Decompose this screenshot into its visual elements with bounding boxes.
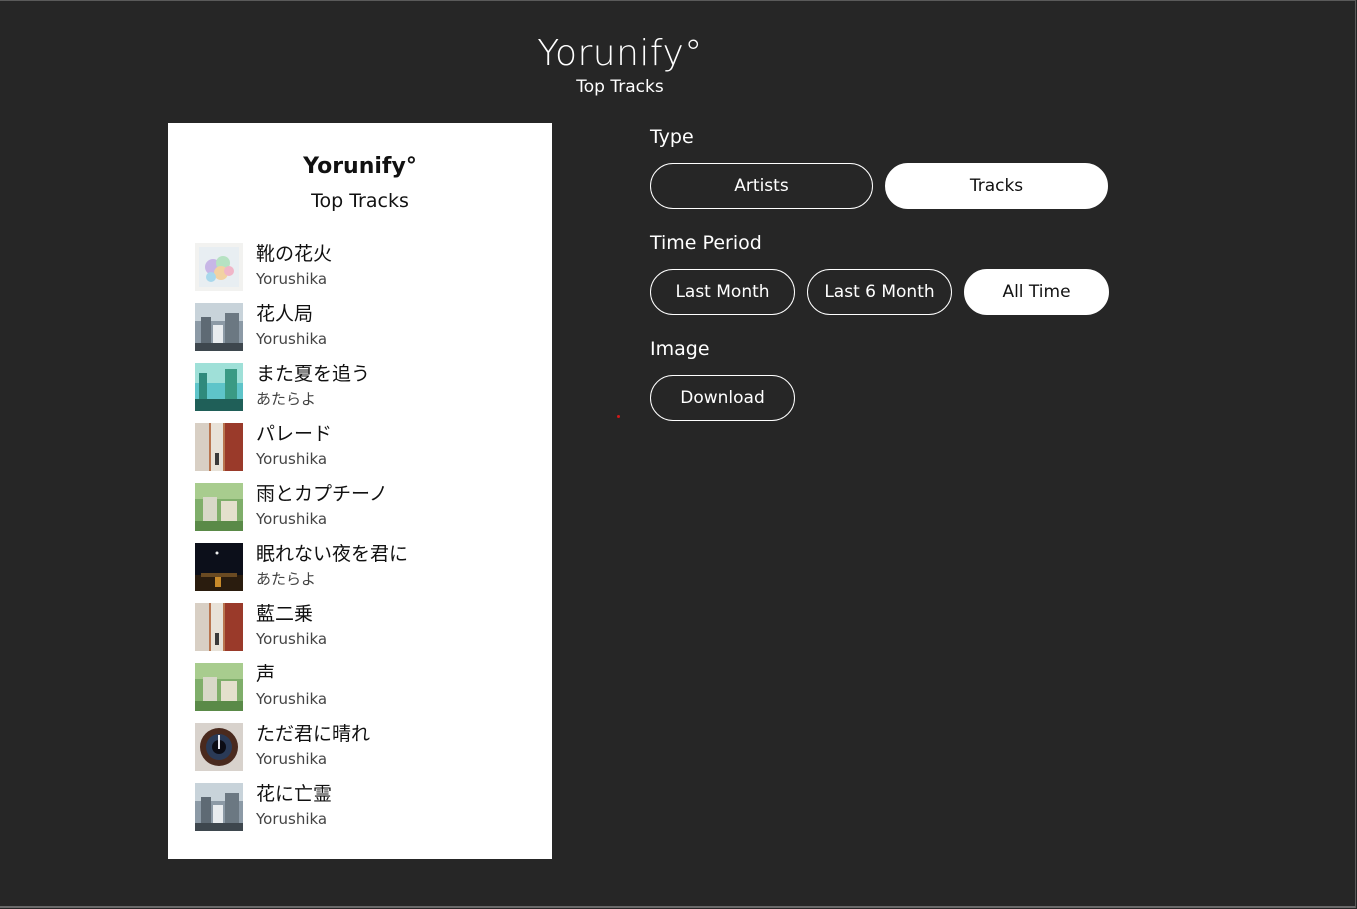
- album-cover: [195, 783, 243, 831]
- track-item: 声 Yorushika: [195, 661, 535, 721]
- track-name: 花人局: [256, 303, 314, 325]
- track-item: 雨とカプチーノ Yorushika: [195, 481, 535, 541]
- time-period-options: Last Month Last 6 Month All Time: [650, 269, 1110, 315]
- track-item: また夏を追う あたらよ: [195, 361, 535, 421]
- app-title: Yorunify°: [537, 33, 703, 74]
- track-name: 声: [256, 663, 276, 685]
- download-button[interactable]: Download: [650, 375, 795, 421]
- album-cover: [195, 363, 243, 411]
- card-subtitle: Top Tracks: [311, 190, 409, 212]
- track-name: 靴の花火: [256, 243, 333, 265]
- track-artist: Yorushika: [256, 510, 328, 528]
- last-6-month-button[interactable]: Last 6 Month: [807, 269, 952, 315]
- album-cover: [195, 483, 243, 531]
- track-item: 眠れない夜を君に あたらよ: [195, 541, 535, 601]
- track-artist: Yorushika: [256, 630, 328, 648]
- track-name: 藍二乗: [256, 603, 314, 625]
- tracks-button[interactable]: Tracks: [885, 163, 1108, 209]
- time-period-label: Time Period: [650, 232, 762, 254]
- track-artist: あたらよ: [256, 390, 317, 408]
- cursor-dot: [617, 415, 620, 418]
- controls-panel: Type Artists Tracks Time Period Last Mon…: [650, 124, 1110, 442]
- track-artist: Yorushika: [256, 450, 328, 468]
- type-options: Artists Tracks: [650, 163, 1110, 209]
- track-name: パレード: [256, 423, 333, 445]
- track-name: ただ君に晴れ: [256, 723, 371, 745]
- track-item: 花に亡霊 Yorushika: [195, 781, 535, 841]
- image-options: Download: [650, 375, 1110, 421]
- top-tracks-card: Yorunify° Top Tracks 靴の花火 Yorushika 花人局 …: [168, 123, 552, 859]
- album-cover: [195, 723, 243, 771]
- track-artist: あたらよ: [256, 570, 317, 588]
- artists-button[interactable]: Artists: [650, 163, 873, 209]
- track-item: パレード Yorushika: [195, 421, 535, 481]
- card-title: Yorunify°: [303, 154, 417, 179]
- image-label: Image: [650, 338, 710, 360]
- track-item: 花人局 Yorushika: [195, 301, 535, 361]
- track-artist: Yorushika: [256, 750, 328, 768]
- track-item: 藍二乗 Yorushika: [195, 601, 535, 661]
- album-cover: [195, 243, 243, 291]
- track-artist: Yorushika: [256, 330, 328, 348]
- track-name: 雨とカプチーノ: [256, 483, 388, 505]
- track-name: 花に亡霊: [256, 783, 333, 805]
- track-item: 靴の花火 Yorushika: [195, 241, 535, 301]
- album-cover: [195, 663, 243, 711]
- album-cover: [195, 303, 243, 351]
- page-subtitle: Top Tracks: [576, 77, 664, 97]
- track-item: ただ君に晴れ Yorushika: [195, 721, 535, 781]
- all-time-button[interactable]: All Time: [964, 269, 1109, 315]
- track-artist: Yorushika: [256, 690, 328, 708]
- track-name: また夏を追う: [256, 363, 371, 385]
- page-header: Yorunify° Top Tracks: [0, 30, 1240, 98]
- track-artist: Yorushika: [256, 810, 328, 828]
- type-label: Type: [650, 126, 694, 148]
- album-cover: [195, 603, 243, 651]
- album-cover: [195, 543, 243, 591]
- album-cover: [195, 423, 243, 471]
- track-list: 靴の花火 Yorushika 花人局 Yorushika また夏を追う あたらよ…: [195, 241, 535, 841]
- track-name: 眠れない夜を君に: [256, 543, 409, 565]
- track-artist: Yorushika: [256, 270, 328, 288]
- last-month-button[interactable]: Last Month: [650, 269, 795, 315]
